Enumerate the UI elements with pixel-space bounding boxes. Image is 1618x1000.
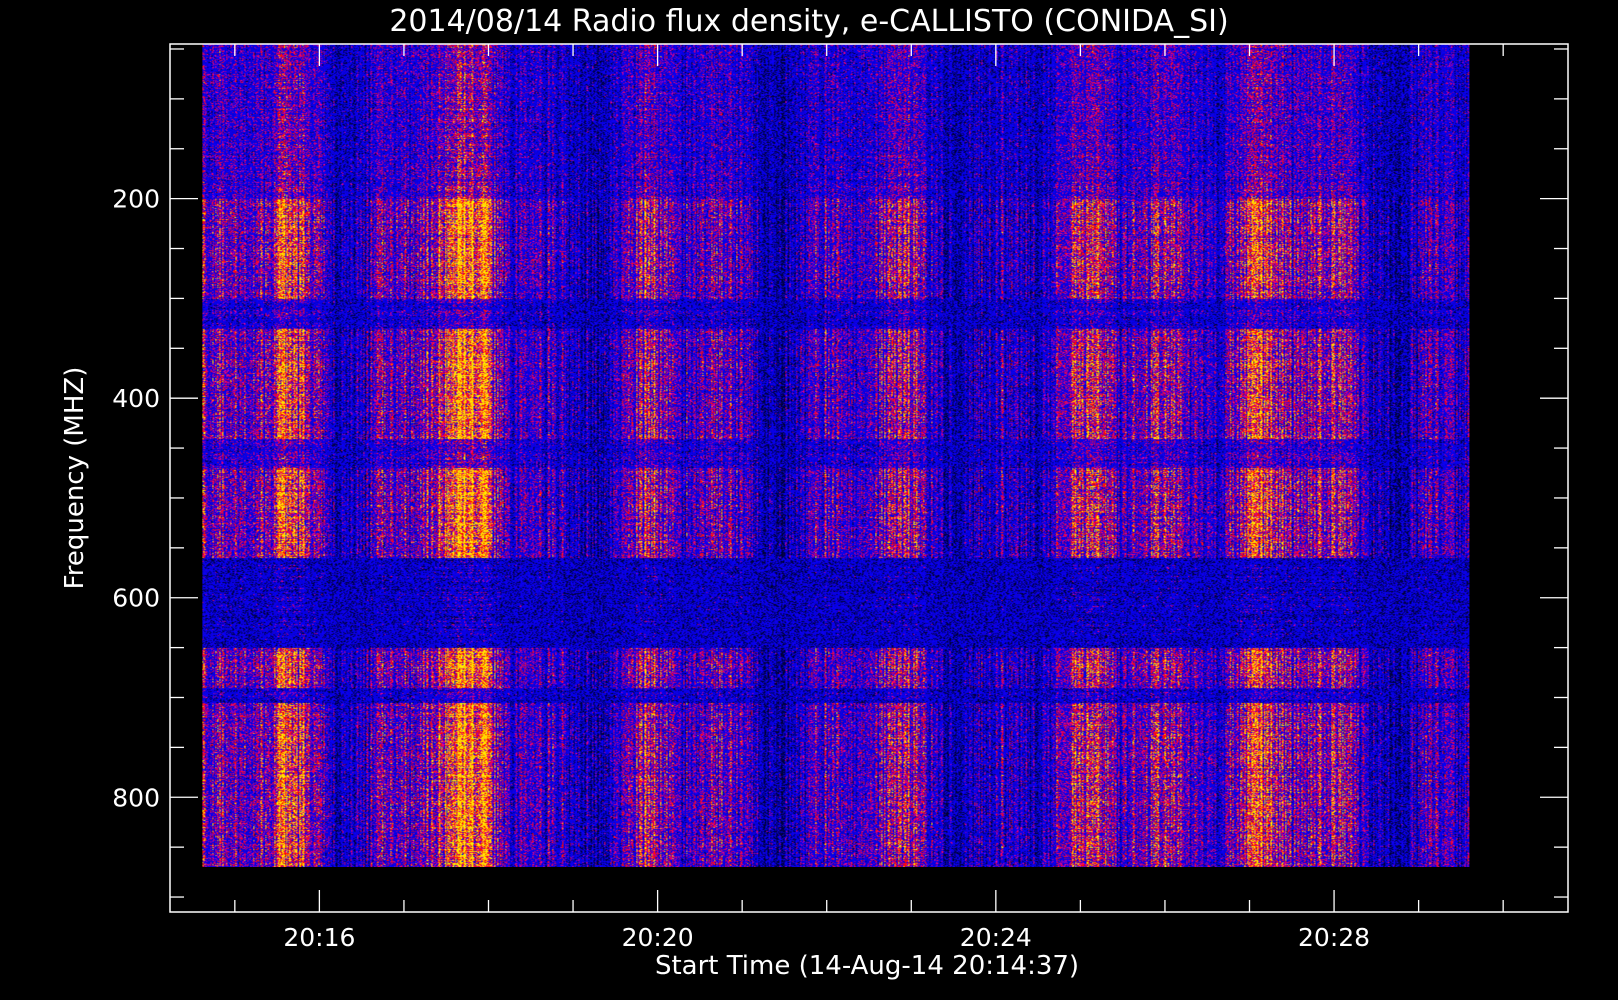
x-tick-label: 20:16 bbox=[283, 923, 355, 952]
x-tick-label: 20:20 bbox=[622, 923, 694, 952]
y-tick-label: 600 bbox=[112, 584, 160, 613]
x-tick-labels: 20:16 20:20 20:24 20:28 bbox=[283, 923, 1370, 952]
y-tick-labels: 200 400 600 800 bbox=[112, 185, 160, 813]
chart-title: 2014/08/14 Radio flux density, e-CALLIST… bbox=[389, 4, 1228, 39]
spectrogram-heatmap bbox=[202, 44, 1470, 867]
x-axis-label: Start Time (14-Aug-14 20:14:37) bbox=[655, 951, 1079, 981]
heatmap-area bbox=[202, 44, 1470, 867]
y-tick-label: 800 bbox=[112, 783, 160, 812]
y-tick-label: 200 bbox=[112, 185, 160, 214]
spectrogram-chart: 2014/08/14 Radio flux density, e-CALLIST… bbox=[60, 4, 1569, 981]
y-tick-label: 400 bbox=[112, 384, 160, 413]
x-tick-label: 20:24 bbox=[960, 923, 1032, 952]
y-axis-label: Frequency (MHZ) bbox=[60, 367, 90, 590]
x-tick-label: 20:28 bbox=[1298, 923, 1370, 952]
